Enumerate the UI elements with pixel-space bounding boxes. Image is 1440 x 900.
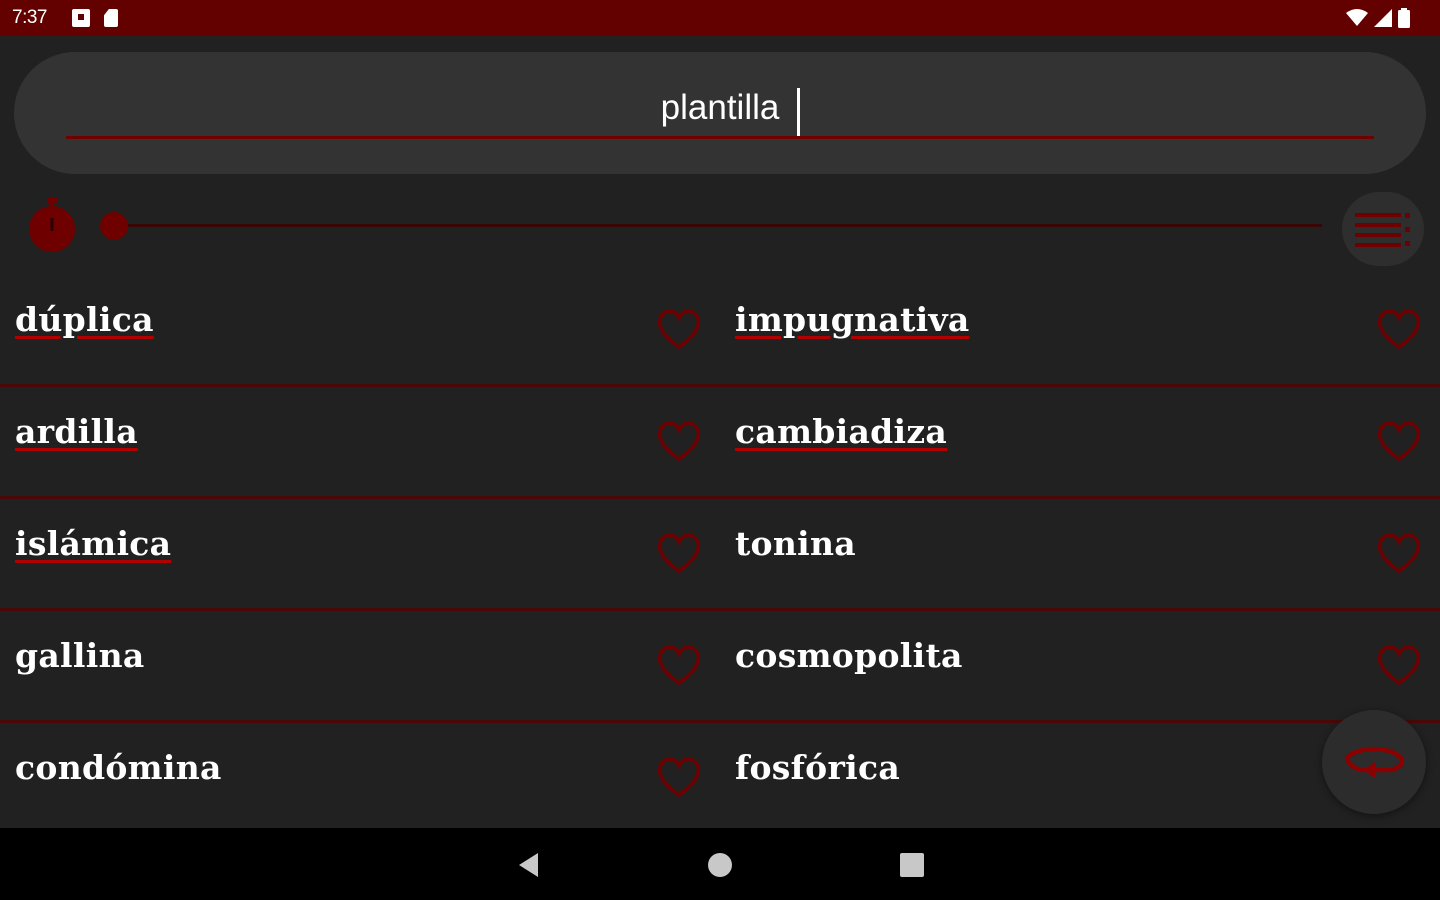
heart-icon[interactable] — [656, 420, 702, 462]
stopwatch-icon[interactable] — [26, 198, 78, 258]
list-item[interactable]: condómina — [0, 718, 720, 830]
divider — [0, 720, 720, 723]
heart-icon[interactable] — [1376, 308, 1422, 350]
word-label[interactable]: fosfórica — [735, 748, 900, 787]
list-item[interactable]: islámica — [0, 494, 720, 606]
heart-icon[interactable] — [1376, 532, 1422, 574]
recents-icon[interactable] — [899, 852, 925, 878]
refresh-icon — [1344, 746, 1405, 778]
refresh-button[interactable] — [1322, 710, 1426, 814]
battery-icon — [1398, 8, 1410, 28]
list-menu-button[interactable] — [1342, 192, 1424, 266]
list-item[interactable]: impugnativa — [720, 270, 1440, 382]
back-icon[interactable] — [516, 852, 542, 878]
list-item[interactable]: gallina — [0, 606, 720, 718]
search-input[interactable] — [66, 80, 1374, 139]
heart-icon[interactable] — [656, 308, 702, 350]
list-item[interactable]: dúplica — [0, 270, 720, 382]
heart-icon[interactable] — [656, 532, 702, 574]
word-label[interactable]: ardilla — [15, 412, 138, 451]
slider-track[interactable] — [114, 224, 1322, 227]
word-label[interactable]: dúplica — [15, 300, 154, 339]
list-item[interactable]: cosmopolita — [720, 606, 1440, 718]
word-label[interactable]: impugnativa — [735, 300, 970, 339]
word-label[interactable]: tonina — [735, 524, 856, 563]
list-item[interactable]: tonina — [720, 494, 1440, 606]
cell-signal-icon — [1374, 9, 1392, 27]
divider — [0, 384, 720, 387]
sd-card-icon — [104, 9, 118, 27]
word-label[interactable]: islámica — [15, 524, 171, 563]
home-icon[interactable] — [707, 852, 733, 878]
text-caret — [797, 88, 800, 136]
status-time: 7:37 — [12, 7, 47, 28]
status-left-icons — [72, 9, 118, 27]
heart-icon[interactable] — [656, 644, 702, 686]
status-bar: 7:37 — [0, 0, 1440, 36]
word-label[interactable]: cosmopolita — [735, 636, 963, 675]
speed-slider[interactable] — [100, 212, 1322, 240]
divider — [720, 496, 1440, 499]
status-right-icons — [1346, 8, 1410, 28]
search-container — [14, 52, 1426, 174]
divider — [0, 496, 720, 499]
system-nav-bar — [0, 828, 1440, 900]
wifi-icon — [1346, 9, 1368, 26]
heart-icon[interactable] — [1376, 420, 1422, 462]
heart-icon[interactable] — [1376, 644, 1422, 686]
notification-square-icon — [72, 9, 90, 27]
divider — [720, 384, 1440, 387]
divider — [0, 608, 720, 611]
slider-thumb[interactable] — [100, 212, 128, 240]
list-item[interactable]: ardilla — [0, 382, 720, 494]
divider — [720, 720, 1440, 723]
word-label[interactable]: gallina — [15, 636, 145, 675]
word-label[interactable]: cambiadiza — [735, 412, 947, 451]
heart-icon[interactable] — [656, 756, 702, 798]
list-item[interactable]: cambiadiza — [720, 382, 1440, 494]
divider — [720, 608, 1440, 611]
list-menu-icon — [1355, 213, 1410, 247]
word-label[interactable]: condómina — [15, 748, 222, 787]
